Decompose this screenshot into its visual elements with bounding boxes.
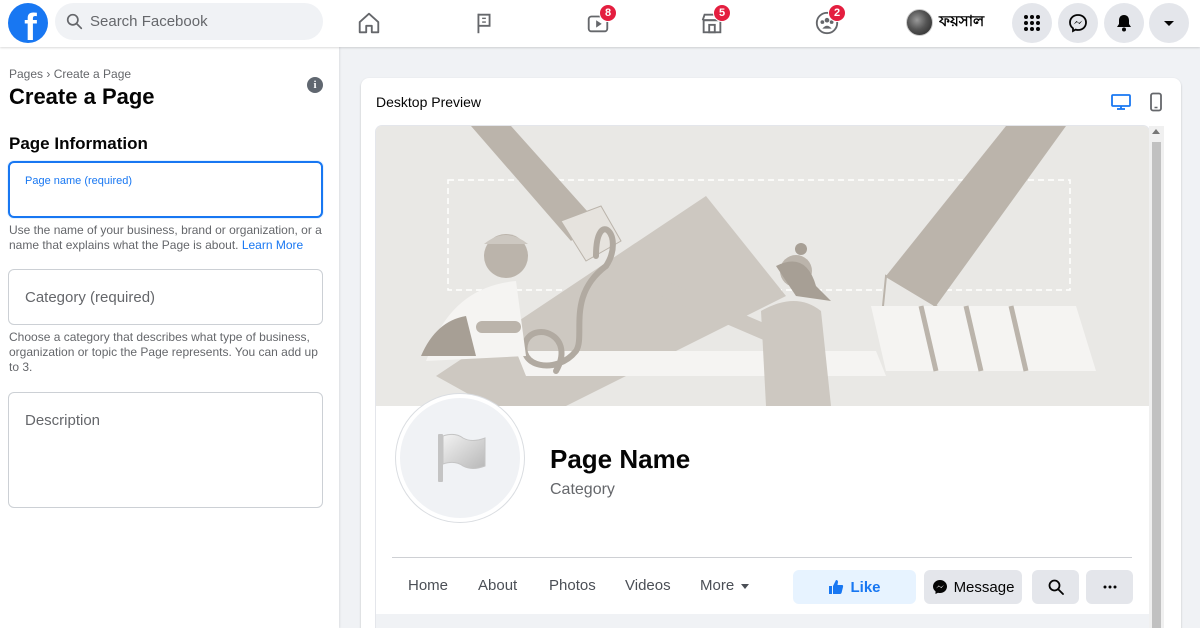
learn-more-link[interactable]: Learn More: [242, 238, 303, 252]
tab-videos[interactable]: Videos: [625, 577, 671, 594]
mobile-icon[interactable]: [1146, 92, 1166, 112]
groups-notification-badge: 2: [828, 4, 846, 22]
message-button[interactable]: Message: [924, 570, 1022, 604]
home-icon: [358, 12, 380, 34]
bell-icon: [1117, 15, 1131, 32]
menu-button[interactable]: [1012, 3, 1052, 43]
preview-page-category: Category: [550, 481, 615, 498]
profile-shortcut[interactable]: ফয়সাল: [906, 8, 984, 36]
messenger-icon: [932, 580, 947, 594]
caret-down-icon: [741, 583, 750, 589]
scroll-up-arrow[interactable]: [1152, 129, 1160, 134]
nav-marketplace[interactable]: 5: [692, 4, 732, 42]
messenger-icon: [1069, 14, 1087, 33]
flag-icon: [438, 433, 486, 482]
info-icon[interactable]: i: [307, 77, 323, 93]
desktop-icon[interactable]: [1111, 92, 1131, 112]
thumbs-up-icon: [829, 580, 844, 594]
nav-pages[interactable]: [464, 4, 504, 42]
nav-groups[interactable]: 2: [807, 4, 847, 42]
caret-down-icon: [1164, 21, 1174, 26]
category-placeholder: Category (required): [25, 289, 156, 306]
marketplace-notification-badge: 5: [713, 4, 731, 22]
cover-photo: [376, 126, 1149, 426]
section-title: Page Information: [9, 134, 148, 153]
category-field[interactable]: Category (required): [8, 269, 323, 325]
create-page-form-panel: Pages › Create a Page Create a Page i Pa…: [0, 47, 339, 628]
grid-menu-icon: [1024, 15, 1040, 31]
tab-more[interactable]: More: [700, 577, 750, 594]
preview-page-name: Page Name: [550, 444, 691, 474]
category-helper: Choose a category that describes what ty…: [9, 330, 318, 374]
scrollbar-thumb[interactable]: [1152, 142, 1161, 628]
search-icon: [66, 13, 83, 30]
facebook-logo[interactable]: f: [8, 3, 48, 43]
tabs-divider: [392, 557, 1132, 558]
page-name-label: Page name (required): [25, 175, 133, 187]
messenger-button[interactable]: [1058, 3, 1098, 43]
breadcrumb: Pages › Create a Page: [9, 67, 132, 81]
ellipsis-icon: [1103, 585, 1116, 589]
preview-scrollbar[interactable]: [1149, 126, 1164, 628]
preview-card: Desktop Preview Page Name Category Home …: [361, 78, 1181, 628]
like-button[interactable]: Like: [793, 570, 916, 604]
page-body-area: [376, 614, 1149, 628]
description-field[interactable]: Description: [8, 392, 323, 508]
search-box[interactable]: [55, 3, 323, 40]
page-name-field[interactable]: Page name (required): [8, 161, 323, 218]
notifications-button[interactable]: [1104, 3, 1144, 43]
page-name-helper: Use the name of your business, brand or …: [9, 223, 322, 252]
top-navigation-bar: f 8 5 2 ফয়সাল: [0, 0, 1200, 47]
tab-photos[interactable]: Photos: [549, 577, 596, 594]
tab-home[interactable]: Home: [408, 577, 448, 594]
flag-icon: [477, 13, 491, 34]
description-placeholder: Description: [25, 412, 101, 429]
account-button[interactable]: [1149, 3, 1189, 43]
preview-title: Desktop Preview: [376, 94, 482, 110]
tab-about[interactable]: About: [478, 577, 517, 594]
profile-name: ফয়সাল: [939, 12, 985, 30]
page-preview: Page Name Category Home About Photos Vid…: [376, 126, 1149, 628]
profile-picture: [396, 394, 524, 522]
search-icon: [1048, 579, 1064, 595]
nav-home[interactable]: [349, 4, 389, 42]
search-page-button[interactable]: [1032, 570, 1079, 604]
avatar: [906, 8, 933, 36]
more-options-button[interactable]: [1086, 570, 1133, 604]
nav-watch[interactable]: 8: [578, 4, 618, 42]
search-input[interactable]: [90, 13, 290, 30]
page-title: Create a Page: [9, 84, 155, 109]
watch-notification-badge: 8: [599, 4, 617, 22]
cover-illustration: [376, 126, 1149, 426]
